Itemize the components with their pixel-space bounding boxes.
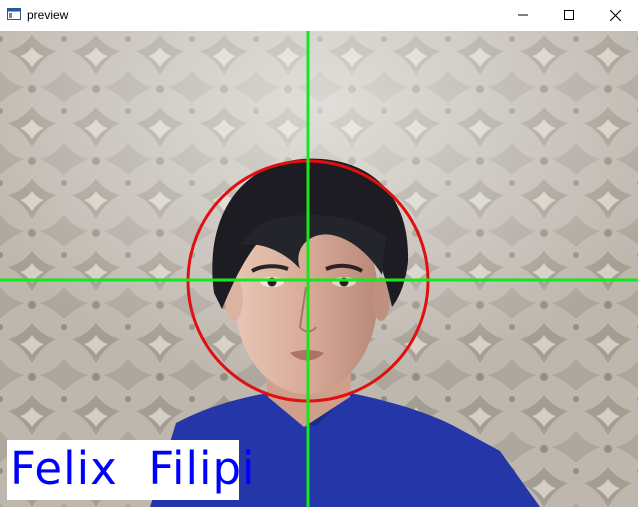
maximize-icon [564, 10, 574, 20]
camera-frame [0, 31, 638, 507]
window-title: preview [27, 8, 69, 22]
window-right-border [638, 31, 642, 507]
preview-window: preview Felix Filipi [0, 0, 642, 507]
title-bar[interactable]: preview [0, 0, 642, 30]
close-icon [609, 9, 621, 21]
window-app-icon [7, 8, 21, 20]
minimize-button[interactable] [500, 0, 546, 30]
name-label: Felix Filipi [10, 442, 256, 495]
camera-preview [0, 31, 638, 507]
close-button[interactable] [592, 0, 638, 30]
minimize-icon [518, 14, 528, 16]
maximize-button[interactable] [546, 0, 592, 30]
